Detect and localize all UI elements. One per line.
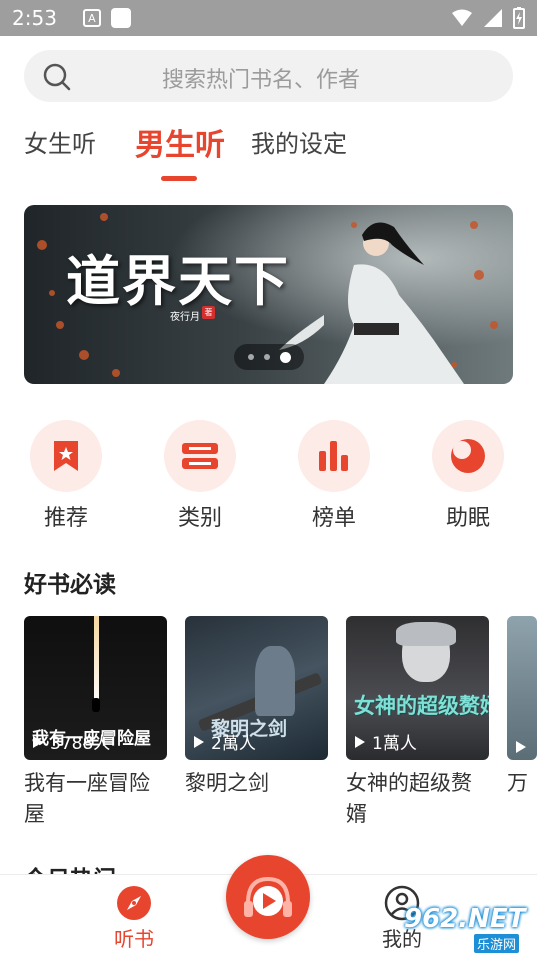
tab-my-settings[interactable]: 我的设定 bbox=[251, 124, 347, 159]
listen-count: 3788人 bbox=[32, 729, 110, 754]
banner-carousel[interactable]: 道界天下 夜行月 著 bbox=[24, 205, 513, 384]
book-cover bbox=[507, 616, 537, 760]
status-time: 2:53 bbox=[12, 6, 57, 30]
book-card[interactable]: 我有一座冒险屋 3788人 我有一座冒险屋 bbox=[24, 616, 167, 830]
wifi-icon bbox=[452, 9, 472, 26]
quick-link-recommend[interactable]: 推荐 bbox=[30, 420, 102, 532]
banner-author: 夜行月 bbox=[170, 312, 200, 323]
listen-count: 1萬人 bbox=[354, 729, 417, 754]
listen-count bbox=[515, 740, 533, 754]
carousel-indicator bbox=[234, 344, 304, 370]
bookmark-star-icon bbox=[54, 441, 78, 471]
book-cover: 女神的超级赘婿 1萬人 bbox=[346, 616, 489, 760]
ranking-bars-icon bbox=[319, 441, 348, 471]
book-title: 万 bbox=[507, 771, 528, 795]
quick-link-label: 推荐 bbox=[43, 506, 88, 531]
quick-link-label: 类别 bbox=[177, 506, 222, 531]
notification-square-icon bbox=[110, 8, 131, 28]
quick-link-sleep[interactable]: 助眠 bbox=[432, 420, 504, 532]
book-card[interactable]: 女神的超级赘婿 1萬人 女神的超级赘婿 bbox=[346, 616, 489, 830]
compass-icon bbox=[117, 886, 151, 920]
watermark-logo: 962.NET bbox=[404, 904, 526, 934]
nav-listen[interactable]: 听书 bbox=[94, 885, 174, 952]
play-icon bbox=[194, 735, 204, 748]
moon-icon bbox=[451, 439, 485, 473]
book-cover: 我有一座冒险屋 3788人 bbox=[24, 616, 167, 760]
tab-male[interactable]: 男生听 bbox=[135, 120, 225, 164]
quick-link-label: 助眠 bbox=[445, 506, 490, 531]
book-card[interactable]: 万 bbox=[507, 616, 537, 799]
book-title: 黎明之剑 bbox=[185, 771, 269, 795]
status-bar: 2:53 A bbox=[0, 0, 537, 36]
carousel-dot[interactable] bbox=[247, 354, 254, 360]
banner-author-seal: 著 bbox=[202, 306, 215, 319]
watermark-subtitle: 乐游网 bbox=[474, 934, 520, 953]
section-title-good-books: 好书必读 bbox=[24, 572, 116, 598]
banner-title: 道界天下 bbox=[66, 249, 290, 313]
notification-a-icon: A bbox=[82, 9, 101, 27]
play-icon bbox=[355, 735, 365, 748]
listen-count: 2萬人 bbox=[193, 729, 256, 754]
book-title: 我有一座冒险屋 bbox=[24, 771, 150, 826]
tab-active-indicator bbox=[161, 176, 197, 181]
nav-label: 听书 bbox=[114, 927, 154, 951]
cover-title: 女神的超级赘婿 bbox=[354, 693, 489, 718]
carousel-dot[interactable] bbox=[263, 354, 270, 360]
category-icon bbox=[182, 443, 218, 469]
search-bar[interactable]: 搜索热门书名、作者 bbox=[24, 50, 513, 102]
battery-icon bbox=[513, 7, 525, 29]
play-button[interactable] bbox=[226, 855, 310, 939]
search-icon bbox=[43, 63, 71, 91]
book-card[interactable]: 黎明之剑 2萬人 黎明之剑 bbox=[185, 616, 328, 799]
play-icon bbox=[33, 735, 43, 748]
search-placeholder: 搜索热门书名、作者 bbox=[162, 68, 361, 93]
play-icon bbox=[516, 741, 526, 753]
signal-icon bbox=[484, 9, 502, 27]
quick-link-label: 榜单 bbox=[311, 506, 356, 531]
tab-female[interactable]: 女生听 bbox=[24, 124, 96, 159]
quick-link-category[interactable]: 类别 bbox=[164, 420, 236, 532]
book-title: 女神的超级赘婿 bbox=[346, 771, 472, 826]
headphone-play-icon bbox=[244, 876, 292, 917]
book-cover: 黎明之剑 2萬人 bbox=[185, 616, 328, 760]
quick-link-ranking[interactable]: 榜单 bbox=[298, 420, 370, 532]
carousel-dot-active[interactable] bbox=[279, 351, 291, 363]
